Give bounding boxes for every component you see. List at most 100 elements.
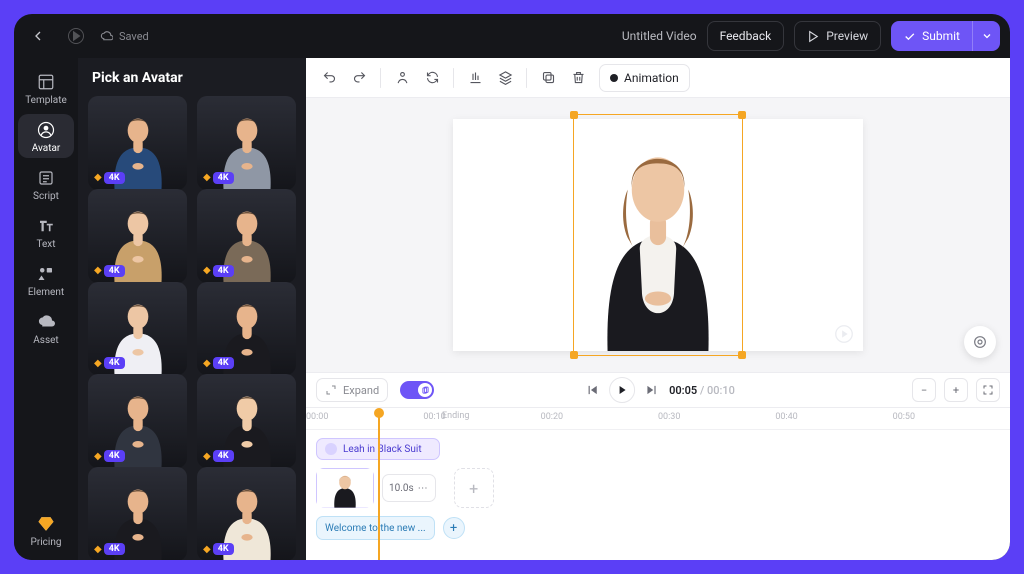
target-icon [972, 334, 988, 350]
layers-tool[interactable] [492, 65, 518, 91]
transport-bar: Expand 00:05 / 00:10 [306, 372, 1010, 408]
delete-tool[interactable] [565, 65, 591, 91]
play-icon [616, 384, 628, 396]
time-total: 00:10 [707, 384, 735, 397]
rail-label: Element [28, 287, 64, 298]
add-caption-button[interactable]: + [443, 517, 465, 539]
avatar-card[interactable]: ◆ 4K [88, 189, 187, 283]
avatar-card[interactable]: ◆ 4K [197, 374, 296, 468]
timeline-ruler[interactable]: Ending 00:0000:1000:2000:3000:4000:50 [306, 408, 1010, 430]
clip-duration-chip[interactable]: 10.0s ⋯ [382, 474, 436, 502]
redo-button[interactable] [346, 65, 372, 91]
submit-caret-button[interactable] [972, 21, 1000, 51]
animation-button[interactable]: Animation [599, 64, 690, 92]
submit-button[interactable]: Submit [891, 21, 972, 51]
saved-label: Saved [119, 30, 149, 43]
diamond-icon: ◆ [94, 265, 102, 276]
feedback-label: Feedback [720, 29, 772, 43]
avatar-card[interactable]: ◆ 4K [88, 282, 187, 376]
back-button[interactable] [24, 22, 52, 50]
quality-badge: ◆ 4K [203, 265, 234, 277]
resize-handle[interactable] [738, 111, 746, 119]
add-clip-button[interactable]: + [454, 468, 494, 508]
avatar-card[interactable]: ◆ 4K [197, 467, 296, 560]
rail-item-pricing[interactable]: Pricing [18, 508, 74, 552]
clip-avatar-icon [325, 443, 337, 455]
zoom-fit-button[interactable] [964, 326, 996, 358]
replace-tool[interactable] [419, 65, 445, 91]
canvas-stage[interactable] [306, 98, 1010, 372]
canvas-page[interactable] [453, 119, 863, 351]
rail-label: Pricing [31, 537, 62, 548]
person-tool[interactable] [389, 65, 415, 91]
toggle-knob [418, 383, 432, 397]
fullscreen-button[interactable] [976, 378, 1000, 402]
selected-avatar[interactable] [577, 119, 738, 351]
badge-4k: 4K [104, 543, 125, 555]
workspace: Animation [306, 58, 1010, 560]
resize-handle[interactable] [570, 111, 578, 119]
timeline[interactable]: Ending 00:0000:1000:2000:3000:4000:50 Le… [306, 408, 1010, 560]
expand-button[interactable]: Expand [316, 378, 388, 402]
playhead[interactable] [378, 412, 380, 560]
caption-text: Welcome to the new ... [325, 523, 426, 534]
clip-thumbnail[interactable]: 1 [316, 468, 374, 508]
rail-item-script[interactable]: Script [18, 162, 74, 206]
badge-4k: 4K [104, 265, 125, 277]
preview-button[interactable]: Preview [794, 21, 881, 51]
project-title[interactable]: Untitled Video [622, 29, 697, 43]
undo-button[interactable] [316, 65, 342, 91]
copy-tool[interactable] [535, 65, 561, 91]
align-tool[interactable] [462, 65, 488, 91]
rail-item-template[interactable]: Template [18, 66, 74, 110]
loop-toggle[interactable] [400, 381, 434, 399]
avatar-card[interactable]: ◆ 4K [197, 189, 296, 283]
canvas-toolbar: Animation [306, 58, 1010, 98]
avatar-card[interactable]: ◆ 4K [197, 282, 296, 376]
zoom-in-button[interactable]: + [944, 378, 968, 402]
caption-chip[interactable]: Welcome to the new ... [316, 516, 435, 540]
template-icon [36, 72, 56, 92]
expand-label: Expand [343, 384, 379, 397]
more-icon: ⋯ [418, 483, 429, 494]
diamond-icon: ◆ [203, 451, 211, 462]
feedback-button[interactable]: Feedback [707, 21, 785, 51]
dot-icon [610, 74, 618, 82]
avatar-card[interactable]: ◆ 4K [88, 467, 187, 560]
quality-badge: ◆ 4K [94, 357, 125, 369]
resize-handle[interactable] [570, 351, 578, 359]
zoom-out-button[interactable]: − [912, 378, 936, 402]
next-button[interactable] [641, 376, 663, 404]
timecode: 00:05 / 00:10 [669, 384, 735, 397]
quality-badge: ◆ 4K [94, 265, 125, 277]
rail-item-asset[interactable]: Asset [18, 306, 74, 350]
ruler-mark: 00:00 [306, 408, 423, 429]
rail-item-text[interactable]: Text [18, 210, 74, 254]
prev-button[interactable] [581, 376, 603, 404]
avatar-card[interactable]: ◆ 4K [197, 96, 296, 190]
submit-label: Submit [922, 29, 960, 43]
quality-badge: ◆ 4K [203, 357, 234, 369]
diamond-icon: ◆ [203, 358, 211, 369]
avatar-card[interactable]: ◆ 4K [88, 374, 187, 468]
animation-label: Animation [624, 71, 679, 85]
element-icon [36, 264, 56, 284]
diamond-icon: ◆ [203, 172, 211, 183]
resize-handle[interactable] [738, 351, 746, 359]
rail-item-element[interactable]: Element [18, 258, 74, 302]
play-button[interactable] [609, 377, 635, 403]
diamond-icon: ◆ [94, 451, 102, 462]
rail-label: Text [36, 239, 55, 250]
rail-label: Asset [33, 335, 58, 346]
diamond-icon: ◆ [94, 172, 102, 183]
rail-item-avatar[interactable]: Avatar [18, 114, 74, 158]
badge-4k: 4K [213, 357, 234, 369]
badge-4k: 4K [213, 265, 234, 277]
quality-badge: ◆ 4K [203, 172, 234, 184]
quality-badge: ◆ 4K [203, 450, 234, 462]
separator [453, 68, 454, 88]
avatar-card[interactable]: ◆ 4K [88, 96, 187, 190]
diamond-icon: ◆ [203, 265, 211, 276]
text-icon [36, 216, 56, 236]
save-status: Saved [100, 30, 149, 43]
